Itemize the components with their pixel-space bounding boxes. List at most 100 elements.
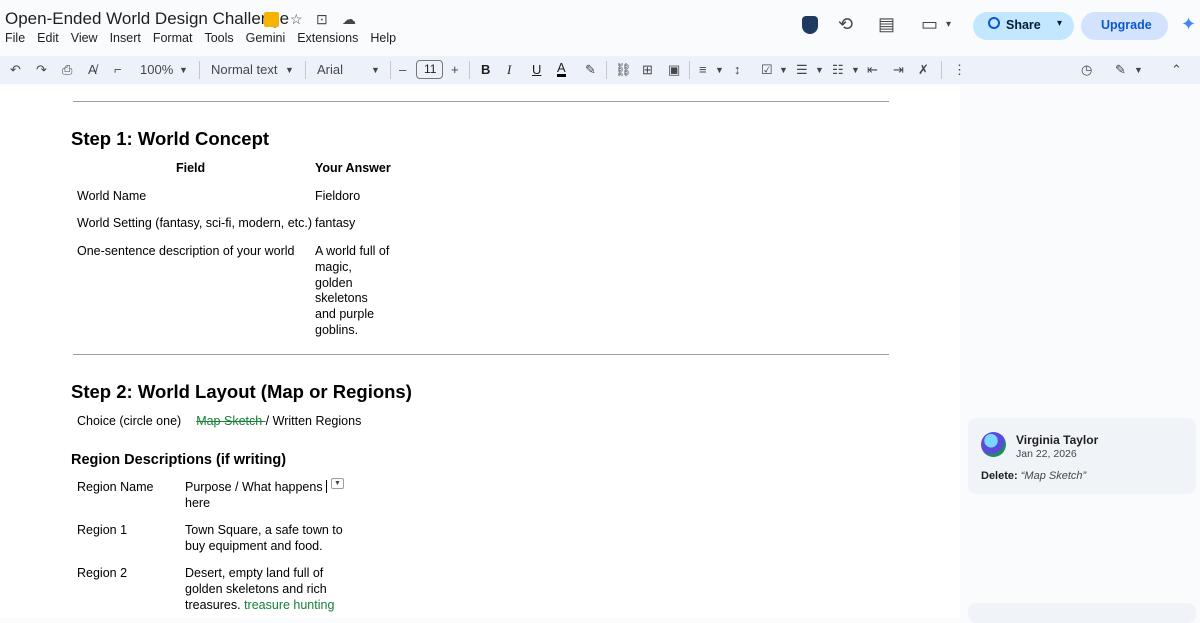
align-icon[interactable]: ≡ [699, 62, 707, 77]
document-page[interactable] [0, 86, 960, 618]
more-options-icon[interactable]: ⋮ [953, 62, 966, 78]
editing-mode-dropdown-icon[interactable]: ▼ [1134, 65, 1143, 75]
line-spacing-icon[interactable]: ↕ [734, 62, 741, 77]
link-icon[interactable]: ⛓ [615, 62, 632, 78]
numbered-dropdown-icon[interactable]: ▼ [851, 65, 860, 75]
toolbar-divider [941, 61, 942, 79]
paint-format-icon[interactable]: ⌐ [114, 62, 122, 77]
italic-button[interactable]: I [507, 62, 511, 78]
zoom-dropdown-icon[interactable]: ▼ [179, 65, 188, 75]
font-select[interactable]: Arial [317, 62, 343, 77]
highlight-icon[interactable]: ✎ [585, 62, 596, 78]
extension-shield-icon[interactable] [802, 16, 818, 34]
bullet-dropdown-icon[interactable]: ▼ [815, 65, 824, 75]
text-color-button[interactable]: A [557, 61, 566, 77]
decrease-indent-icon[interactable]: ⇤ [867, 62, 878, 78]
answer-line: magic, [315, 259, 352, 274]
share-dropdown-icon[interactable]: ▾ [1057, 18, 1062, 29]
menu-tools[interactable]: Tools [204, 31, 233, 45]
choice-options: / Written Regions [265, 414, 362, 428]
star-icon[interactable]: ☆ [290, 11, 303, 28]
menu-insert[interactable]: Insert [110, 31, 141, 45]
align-dropdown-icon[interactable]: ▼ [715, 65, 724, 75]
region-heading[interactable]: Region Descriptions (if writing) [71, 452, 286, 468]
table2-row2-name[interactable]: Region 2 [77, 566, 127, 582]
comments-icon[interactable]: ▤ [878, 14, 895, 35]
table1-header-answer[interactable]: Your Answer [315, 161, 391, 177]
header-line: Purpose / What happens [185, 480, 345, 496]
horizontal-rule [73, 101, 889, 102]
font-size-value: 11 [424, 62, 437, 76]
cell-dropdown-icon[interactable]: ▼ [331, 478, 344, 489]
increase-font-size-button[interactable]: + [451, 62, 459, 77]
suggested-insertion[interactable]: treasure hunting [244, 598, 334, 612]
table1-header-field[interactable]: Field [176, 161, 205, 177]
table2-header-purpose[interactable]: Purpose / What happens here [185, 480, 345, 512]
underline-button[interactable]: U [532, 62, 541, 77]
paragraph-style-select[interactable]: Normal text [211, 62, 277, 77]
insert-image-icon[interactable]: ▣ [668, 62, 680, 78]
numbered-list-icon[interactable]: ☷ [832, 62, 844, 78]
answer-line: golden [315, 275, 353, 290]
step1-heading[interactable]: Step 1: World Concept [71, 128, 269, 150]
style-dropdown-icon[interactable]: ▼ [285, 65, 294, 75]
gemini-refine-icon[interactable]: ◷ [1081, 62, 1092, 78]
redo-icon[interactable]: ↷ [36, 62, 47, 78]
menu-gemini[interactable]: Gemini [246, 31, 286, 45]
meet-icon[interactable]: ▭ [921, 14, 938, 35]
text-cursor [325, 480, 328, 493]
comment-quote: “Map Sketch” [1020, 470, 1087, 482]
suggestion-comment-card[interactable] [968, 418, 1196, 494]
add-comment-icon[interactable]: ⊞ [642, 62, 653, 78]
spellcheck-icon[interactable]: A̸ [88, 62, 97, 77]
table1-row3-answer[interactable]: A world full of magic, golden skeletons … [315, 244, 395, 339]
upgrade-label: Upgrade [1101, 18, 1152, 32]
bold-button[interactable]: B [481, 62, 490, 77]
suggested-deletion[interactable]: Map Sketch [196, 414, 265, 428]
checklist-dropdown-icon[interactable]: ▼ [779, 65, 788, 75]
table1-row2-field[interactable]: World Setting (fantasy, sci-fi, modern, … [77, 216, 312, 232]
table2-header-name[interactable]: Region Name [77, 480, 153, 496]
step2-heading[interactable]: Step 2: World Layout (Map or Regions) [71, 381, 412, 403]
version-history-icon[interactable]: ⟲ [838, 14, 853, 35]
table1-row1-answer[interactable]: Fieldoro [315, 189, 360, 205]
choice-label: Choice (circle one) [77, 414, 182, 428]
cloud-status-icon[interactable]: ☁ [342, 11, 356, 28]
menu-extensions[interactable]: Extensions [297, 31, 358, 45]
menu-file[interactable]: File [5, 31, 25, 45]
choice-line[interactable]: Choice (circle one) Map Sketch / Written… [77, 414, 361, 430]
document-title[interactable]: Open-Ended World Design Challenge [5, 9, 289, 29]
table2-row1-desc[interactable]: Town Square, a safe town to buy equipmen… [185, 523, 355, 555]
undo-icon[interactable]: ↶ [10, 62, 21, 78]
meet-dropdown-icon[interactable]: ▾ [946, 19, 951, 30]
table2-row2-desc[interactable]: Desert, empty land full of golden skelet… [185, 566, 355, 613]
desc-line: treasures. treasure hunting [185, 597, 335, 612]
increase-indent-icon[interactable]: ⇥ [893, 62, 904, 78]
move-folder-icon[interactable]: ⊡ [316, 11, 328, 28]
table1-row3-field[interactable]: One-sentence description of your world [77, 244, 294, 260]
table1-row2-answer[interactable]: fantasy [315, 216, 355, 232]
horizontal-rule [73, 354, 889, 355]
editing-mode-icon[interactable]: ✎ [1115, 62, 1126, 78]
collapse-toolbar-icon[interactable]: ⌃ [1171, 62, 1182, 78]
menu-help[interactable]: Help [370, 31, 396, 45]
comment-author: Virginia Taylor [1016, 433, 1099, 447]
docs-file-icon [264, 12, 279, 27]
checklist-icon[interactable]: ☑ [761, 62, 773, 78]
bullet-list-icon[interactable]: ☰ [796, 62, 808, 78]
font-dropdown-icon[interactable]: ▼ [371, 65, 380, 75]
menu-edit[interactable]: Edit [37, 31, 59, 45]
table1-row1-field[interactable]: World Name [77, 189, 146, 205]
decrease-font-size-button[interactable]: – [399, 62, 406, 77]
menu-format[interactable]: Format [153, 31, 193, 45]
gemini-spark-icon[interactable]: ✦ [1181, 14, 1196, 35]
answer-line: goblins. [315, 322, 359, 337]
zoom-select[interactable]: 100% [140, 62, 173, 77]
print-icon[interactable]: ⎙ [62, 62, 72, 78]
next-comment-card[interactable] [968, 603, 1196, 623]
desc-line: golden skeletons and rich [185, 581, 327, 596]
clear-formatting-icon[interactable]: ✗ [918, 62, 929, 78]
globe-icon [988, 17, 1000, 29]
menu-view[interactable]: View [71, 31, 98, 45]
table2-row1-name[interactable]: Region 1 [77, 523, 127, 539]
